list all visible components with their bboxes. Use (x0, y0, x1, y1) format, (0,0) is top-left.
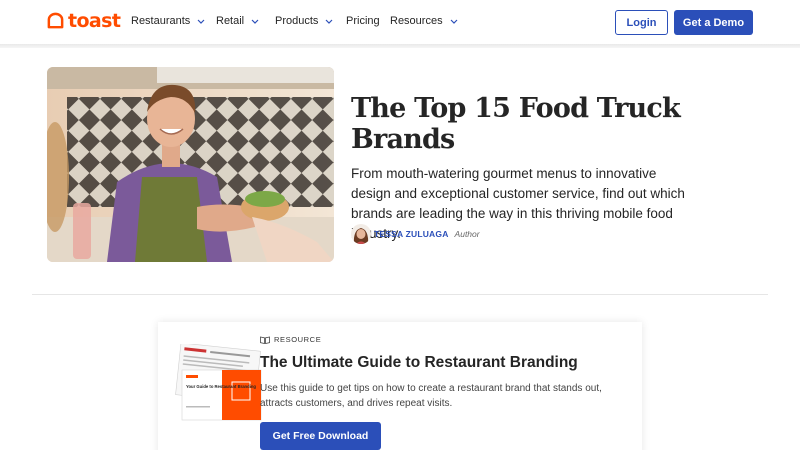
toast-logo[interactable]: toast (46, 10, 121, 32)
resource-tag-label: RESOURCE (274, 335, 322, 344)
nav-item-restaurants[interactable]: Restaurants (131, 15, 205, 27)
nav-item-resources[interactable]: Resources (390, 15, 458, 27)
resource-title[interactable]: The Ultimate Guide to Restaurant Brandin… (260, 354, 578, 372)
toast-logo-icon (47, 12, 64, 28)
resource-tag: RESOURCE (260, 335, 321, 344)
chevron-down-icon (450, 19, 458, 24)
nav-item-products[interactable]: Products (275, 15, 333, 27)
book-icon (260, 336, 270, 344)
article-hero-image[interactable] (47, 67, 334, 262)
nav-item-label: Resources (390, 15, 443, 27)
avatar (351, 223, 371, 244)
nav-item-label: Retail (216, 15, 245, 27)
author-role: Author (454, 228, 480, 239)
article-title[interactable]: The Top 15 Food Truck Brands (351, 93, 681, 155)
nav-item-pricing[interactable]: Pricing (346, 15, 380, 27)
resource-thumbnail: Your Guide to Restaurant Branding (168, 342, 264, 424)
nav-item-label: Products (275, 15, 319, 27)
login-button[interactable]: Login (615, 10, 668, 35)
nav-item-label: Restaurants (131, 15, 191, 27)
chevron-down-icon (197, 19, 205, 24)
top-navigation: toast Restaurants Retail Products Pricin… (0, 0, 800, 44)
chevron-down-icon (251, 19, 259, 24)
logo-wordmark: toast (68, 10, 121, 32)
nav-divider (0, 44, 800, 48)
get-free-download-button[interactable]: Get Free Download (260, 422, 381, 450)
get-a-demo-button[interactable]: Get a Demo (674, 10, 753, 35)
chevron-down-icon (325, 19, 333, 24)
thumbnail-text: Your Guide to Restaurant Branding (186, 384, 256, 389)
author-name-link[interactable]: TESSA ZULUAGA (374, 229, 449, 239)
section-divider (32, 294, 768, 295)
nav-item-label: Pricing (346, 15, 380, 27)
article-author: TESSA ZULUAGA Author (351, 223, 480, 244)
nav-item-retail[interactable]: Retail (216, 15, 259, 27)
resource-description: Use this guide to get tips on how to cre… (260, 383, 602, 409)
